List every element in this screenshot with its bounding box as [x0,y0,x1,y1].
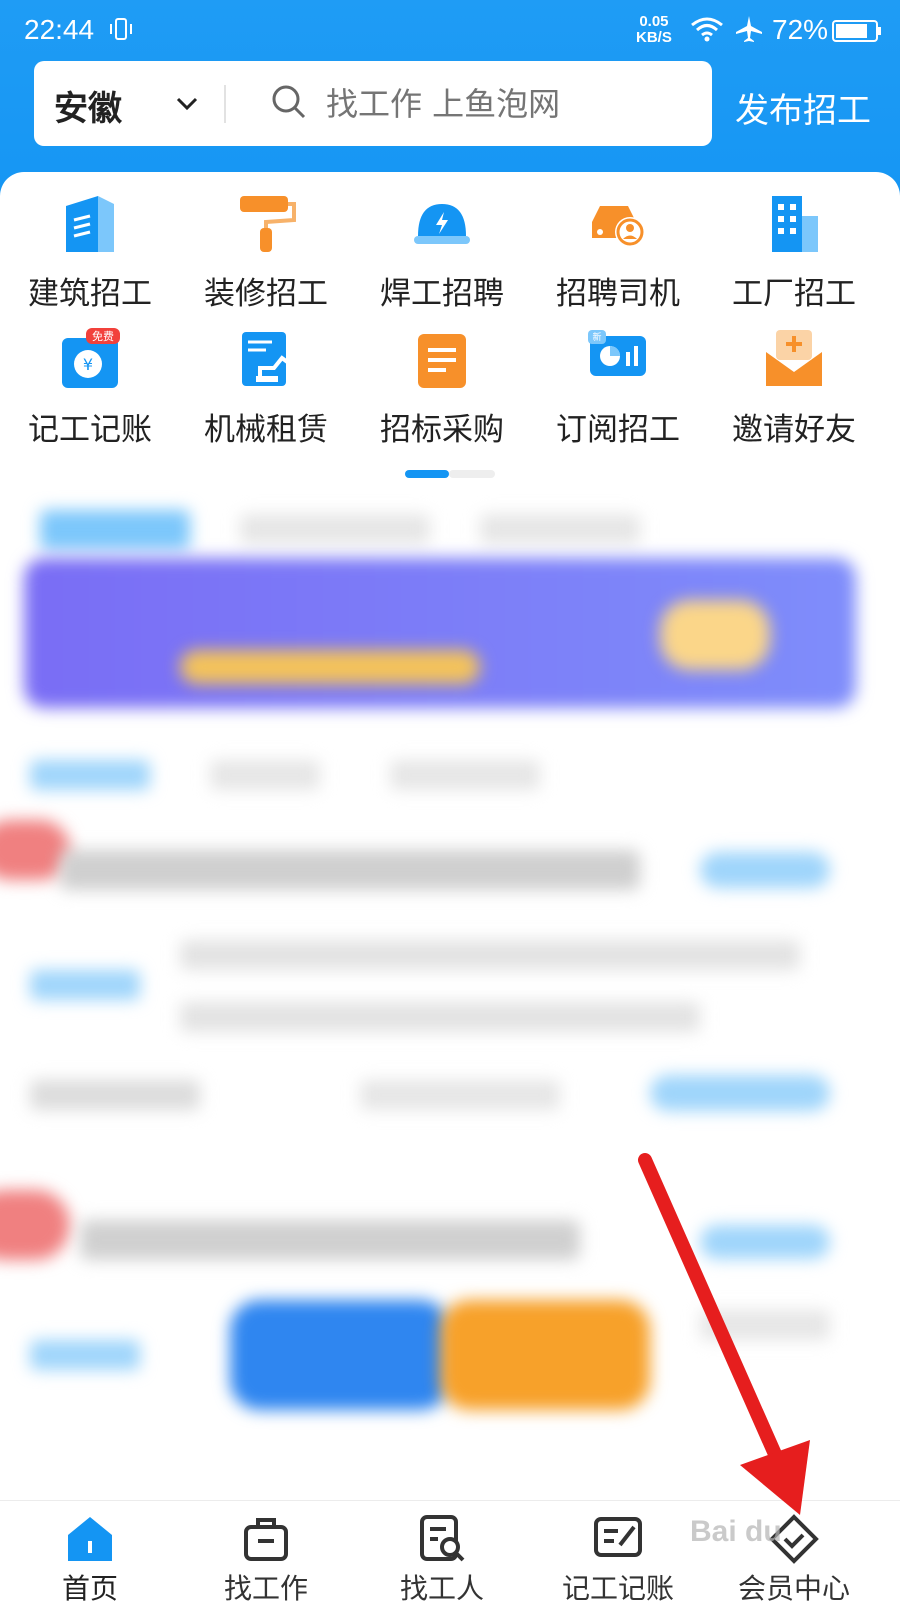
paint-roller-icon [240,196,296,252]
blurred-banner-button [180,650,480,684]
status-time: 22:44 [24,14,95,45]
category-label: 记工记账 [28,412,152,448]
divider [224,85,226,123]
new-badge: 新 [592,331,601,343]
blurred-tag [700,852,830,888]
blurred-job-title [60,850,640,890]
blurred-tab [480,514,640,544]
category-label: 机械租赁 [204,412,328,448]
blurred-chip [390,760,540,790]
tab-find-job[interactable]: 找工作 [176,1501,356,1605]
category-label: 招标采购 [380,412,504,448]
blurred-tag [30,1340,140,1370]
tab-label: 找工人 [399,1572,484,1605]
blurred-orange-button [440,1300,650,1410]
excavator-icon [242,332,292,386]
status-bar: 22:44 0.05 KB/S 72% [0,0,900,60]
blurred-tab [240,514,430,544]
airplane-icon [736,16,762,42]
search-doc-icon [420,1515,465,1562]
tab-label: 会员中心 [737,1572,850,1605]
category-label: 招聘司机 [556,276,680,312]
blurred-text-line [360,1080,560,1110]
svg-text:¥: ¥ [83,355,93,374]
building-icon [66,196,114,252]
blurred-text-line [700,1310,830,1340]
page-dot-active [405,470,449,478]
blurred-job-title [80,1220,580,1260]
page-indicator [405,470,495,478]
wifi-icon [691,17,723,42]
blurred-chip [210,760,320,790]
blurred-text-line [180,1002,700,1032]
category-item-factory[interactable]: 工厂招工 [704,192,884,322]
tab-find-worker[interactable]: 找工人 [352,1501,532,1605]
hard-hat-icon [414,204,470,244]
blurred-tab [40,510,190,550]
blurred-text-line [180,940,800,970]
blurred-tag [30,970,140,1000]
category-item-ledger[interactable]: ¥ 免费 记工记账 [0,328,180,458]
region-selector[interactable]: 安徽 [54,81,122,130]
tab-home[interactable]: 首页 [0,1501,180,1605]
blurred-tag [650,1075,830,1111]
network-speed: 0.05 KB/S [636,13,672,46]
category-label: 建筑招工 [28,276,152,312]
briefcase-icon [244,1518,288,1561]
category-item-decoration[interactable]: 装修招工 [176,192,356,322]
blurred-text-line [30,1080,200,1110]
category-label: 焊工招聘 [380,276,504,312]
chart-icon: 新 [588,330,646,376]
free-badge: 免费 [92,329,114,343]
category-item-welder[interactable]: 焊工招聘 [352,192,532,322]
search-icon [272,85,306,119]
blurred-content-area [0,490,900,1500]
tab-label: 记工记账 [561,1572,674,1605]
tab-label: 找工作 [223,1572,308,1605]
category-item-invite[interactable]: 邀请好友 [704,328,884,458]
category-item-construction[interactable]: 建筑招工 [0,192,180,322]
tab-work-ledger[interactable]: 记工记账 [528,1501,708,1605]
search-input[interactable] [324,81,698,127]
category-item-driver[interactable]: 招聘司机 [528,192,708,322]
search-bar: 安徽 [34,61,712,146]
blurred-chip [30,760,150,790]
battery-icon [832,20,881,42]
category-label: 装修招工 [204,276,328,312]
category-panel: 建筑招工 装修招工 焊工招聘 招聘司机 工厂招工 ¥ 免费 记工记账 机械租赁 … [0,172,900,502]
document-icon [418,334,466,388]
blurred-tag [700,1225,830,1259]
chevron-down-icon[interactable] [174,91,200,117]
battery-percentage: 72% [772,14,829,45]
blurred-mark [0,1190,70,1260]
car-driver-icon [592,206,645,247]
envelope-icon [766,330,822,386]
category-item-procurement[interactable]: 招标采购 [352,328,532,458]
blurred-blue-button [230,1300,450,1410]
page-dot-inactive [449,470,495,478]
post-job-button[interactable]: 发布招工 [735,83,871,132]
category-label: 订阅招工 [556,412,680,448]
edit-note-icon [594,1517,642,1557]
vibrate-icon [110,18,132,40]
ledger-icon: ¥ 免费 [62,328,120,388]
baidu-watermark-icon: Bai du [690,1515,782,1548]
category-label: 工厂招工 [732,276,856,312]
home-icon [68,1517,112,1561]
category-item-machinery[interactable]: 机械租赁 [176,328,356,458]
category-label: 邀请好友 [732,412,856,448]
category-item-subscribe[interactable]: 新 订阅招工 [528,328,708,458]
factory-icon [772,196,818,252]
tab-label: 首页 [61,1572,118,1605]
blurred-banner-image [660,600,770,670]
